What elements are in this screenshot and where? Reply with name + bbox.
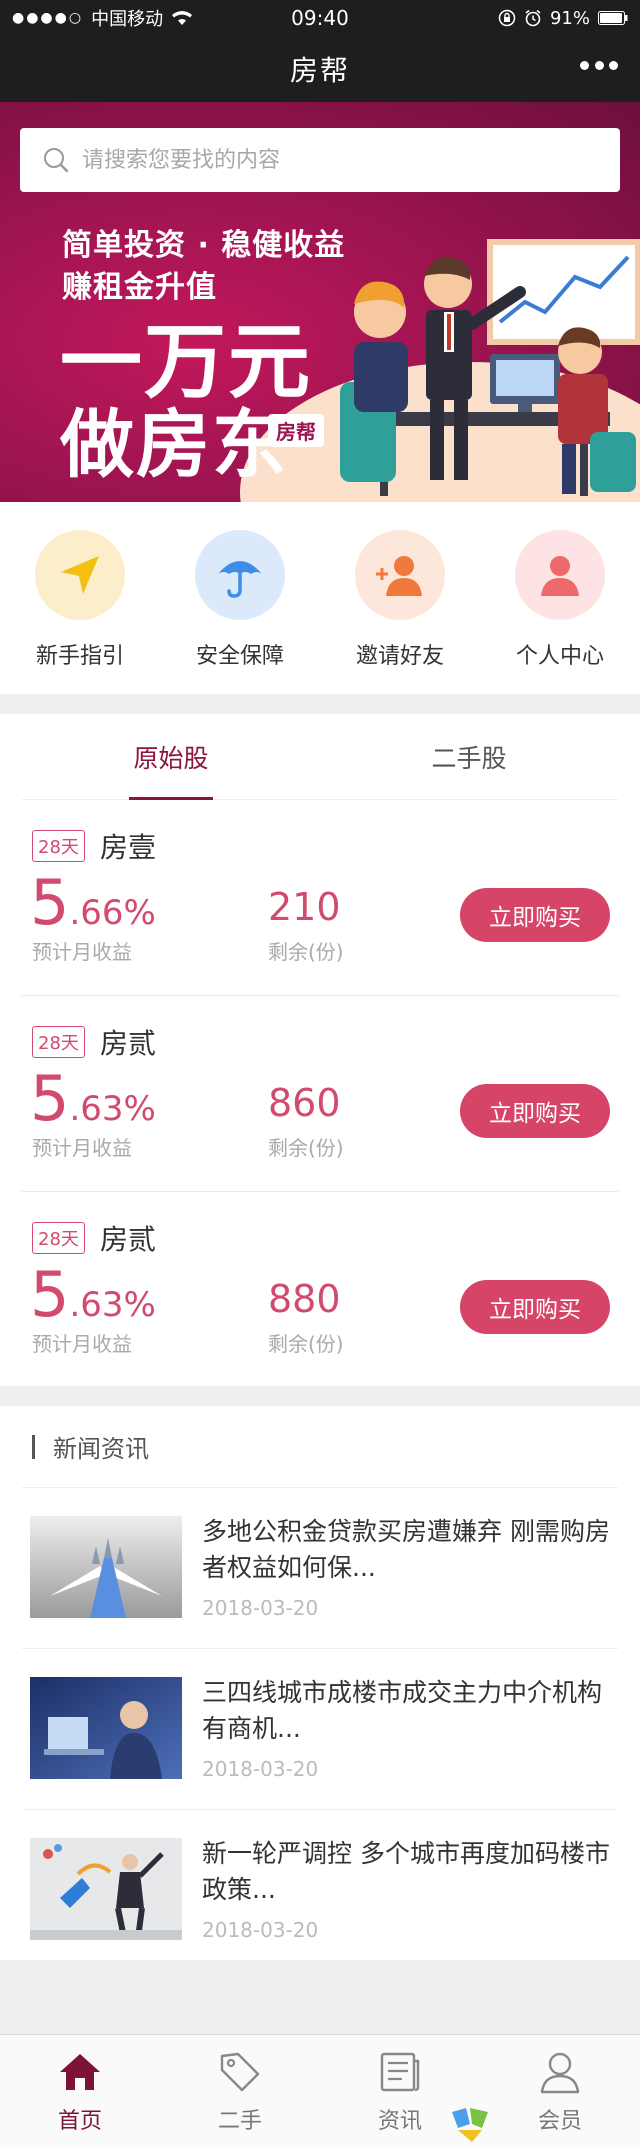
page-title: 房帮 xyxy=(289,54,350,87)
news-title: 新一轮严调控 多个城市再度加码楼市政策... xyxy=(202,1839,610,1904)
news-date: 2018-03-20 xyxy=(202,1596,319,1620)
tabbar-label: 会员 xyxy=(537,2109,582,2134)
alarm-icon xyxy=(525,9,541,27)
term-badge: 28天 xyxy=(32,830,85,862)
add-user-icon xyxy=(355,530,445,620)
remaining-label: 剩余(份) xyxy=(268,1332,344,1356)
wifi-icon xyxy=(172,11,193,25)
quick-item-label: 个人中心 xyxy=(515,644,604,669)
banner-headline-2: 做房东 xyxy=(60,402,288,488)
remaining-count: 880 xyxy=(268,1277,341,1321)
product-name: 房贰 xyxy=(100,1223,157,1256)
tab-original-shares[interactable]: 原始股 xyxy=(22,714,320,799)
remaining-count: 860 xyxy=(268,1081,341,1125)
news-date: 2018-03-20 xyxy=(202,1918,319,1942)
more-menu-button[interactable] xyxy=(580,58,618,72)
product-item[interactable]: 28天 房壹 5.66% 预计月收益 210 剩余(份) 立即购买 xyxy=(22,800,618,996)
news-date: 2018-03-20 xyxy=(202,1757,319,1781)
monthly-yield: 5.63% xyxy=(30,1062,156,1135)
top-bar: ●●●●○ 中国移动 09:40 91% 房帮 xyxy=(0,0,640,102)
user-icon xyxy=(515,530,605,620)
news-item[interactable]: 新一轮严调控 多个城市再度加码楼市政策... 2018-03-20 xyxy=(22,1810,618,1971)
news-thumbnail xyxy=(30,1838,182,1940)
banner-headline-1: 一万元 xyxy=(60,315,313,410)
news-title: 三四线城市成楼市成交主力中介机构有商机... xyxy=(202,1678,603,1743)
news-thumbnail xyxy=(30,1677,182,1779)
member-icon xyxy=(535,2047,585,2097)
buy-now-button[interactable]: 立即购买 xyxy=(460,1084,610,1138)
product-item[interactable]: 28天 房贰 5.63% 预计月收益 880 剩余(份) 立即购买 xyxy=(22,1192,618,1388)
tabbar-label: 资讯 xyxy=(377,2109,422,2134)
hero-banner[interactable]: 简单投资 · 稳健收益 赚租金升值 一万元 做房东 房帮 xyxy=(0,102,640,502)
tabbar-home[interactable]: 首页 xyxy=(0,2035,160,2148)
tabbar-label: 二手 xyxy=(217,2109,262,2134)
quick-item-invite[interactable]: 邀请好友 xyxy=(320,502,480,694)
tabbar-label: 首页 xyxy=(57,2109,102,2134)
yield-label: 预计月收益 xyxy=(32,1332,132,1356)
remaining-label: 剩余(份) xyxy=(268,1136,344,1160)
remaining-label: 剩余(份) xyxy=(268,940,344,964)
navigation-arrow-icon xyxy=(35,530,125,620)
quick-item-label: 邀请好友 xyxy=(355,644,444,669)
monthly-yield: 5.63% xyxy=(30,1258,156,1331)
section-marker xyxy=(32,1434,35,1459)
buy-now-button[interactable]: 立即购买 xyxy=(460,888,610,942)
quick-item-label: 安全保障 xyxy=(195,644,284,669)
news-icon xyxy=(375,2047,425,2097)
news-item[interactable]: 多地公积金贷款买房遭嫌弃 刚需购房者权益如何保... 2018-03-20 xyxy=(22,1488,618,1649)
tabbar-member[interactable]: 会员 xyxy=(480,2035,640,2148)
news-header: 新闻资讯 xyxy=(22,1406,618,1488)
search-input[interactable] xyxy=(82,147,602,173)
bottom-tab-bar: 首页 二手 资讯 会员 xyxy=(0,2034,640,2148)
status-bar: ●●●●○ 中国移动 09:40 91% xyxy=(0,0,640,36)
buy-now-button[interactable]: 立即购买 xyxy=(460,1280,610,1334)
product-tabs: 原始股 二手股 xyxy=(22,714,618,800)
product-section: 原始股 二手股 28天 房壹 5.66% 预计月收益 210 剩余(份) 立即购… xyxy=(0,714,640,1386)
yield-label: 预计月收益 xyxy=(32,940,132,964)
monthly-yield: 5.66% xyxy=(30,866,156,939)
signal-icon: ●●●●○ xyxy=(12,10,84,26)
search-icon xyxy=(44,148,69,173)
battery-percent: 91% xyxy=(549,7,590,29)
rotation-lock-icon xyxy=(498,9,516,27)
news-thumbnail xyxy=(30,1516,182,1618)
news-item[interactable]: 三四线城市成楼市成交主力中介机构有商机... 2018-03-20 xyxy=(22,1649,618,1810)
news-title: 多地公积金贷款买房遭嫌弃 刚需购房者权益如何保... xyxy=(202,1517,610,1582)
remaining-count: 210 xyxy=(268,885,341,929)
product-name: 房壹 xyxy=(100,831,157,864)
product-item[interactable]: 28天 房贰 5.63% 预计月收益 860 剩余(份) 立即购买 xyxy=(22,996,618,1192)
tabbar-secondhand[interactable]: 二手 xyxy=(160,2035,320,2148)
quick-item-security[interactable]: 安全保障 xyxy=(160,502,320,694)
search-bar[interactable] xyxy=(20,128,620,192)
quick-item-label: 新手指引 xyxy=(35,644,124,669)
term-badge: 28天 xyxy=(32,1222,85,1254)
banner-brand-badge: 房帮 xyxy=(268,414,324,447)
yield-label: 预计月收益 xyxy=(32,1136,132,1160)
battery-icon xyxy=(598,11,628,25)
banner-tagline-1: 简单投资 · 稳健收益 xyxy=(62,228,346,263)
news-heading: 新闻资讯 xyxy=(53,1435,149,1463)
home-icon xyxy=(55,2047,105,2097)
news-section: 新闻资讯 多地公积金贷款买房遭嫌弃 刚需购房者权益如何保... 2018-03-… xyxy=(0,1406,640,1960)
quick-item-guide[interactable]: 新手指引 xyxy=(0,502,160,694)
quick-menu: 新手指引 安全保障 邀请好友 个人中心 xyxy=(0,502,640,694)
quick-item-profile[interactable]: 个人中心 xyxy=(480,502,640,694)
tab-secondhand-shares[interactable]: 二手股 xyxy=(320,714,618,799)
tag-icon xyxy=(215,2047,265,2097)
nav-bar: 房帮 xyxy=(0,36,640,102)
term-badge: 28天 xyxy=(32,1026,85,1058)
umbrella-icon xyxy=(195,530,285,620)
office-people-illustration xyxy=(340,239,640,496)
product-name: 房贰 xyxy=(100,1027,157,1060)
banner-tagline-2: 赚租金升值 xyxy=(62,270,217,305)
carrier-label: 中国移动 xyxy=(91,9,164,30)
floating-logo-icon xyxy=(452,2108,488,2142)
